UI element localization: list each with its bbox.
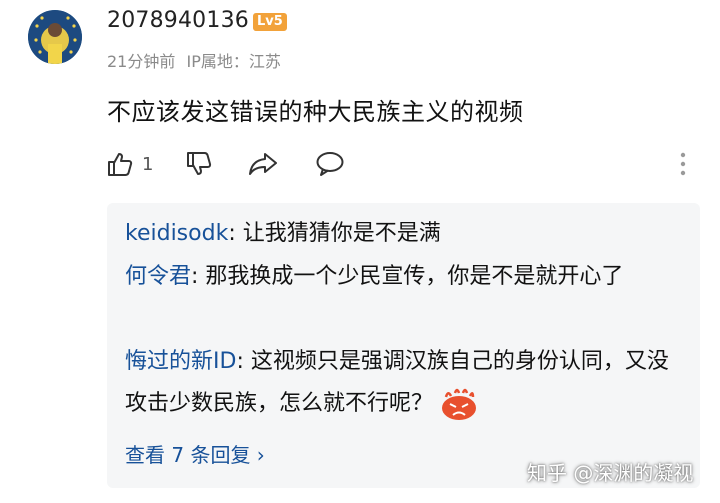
reply-author[interactable]: keidisodk [125,221,228,246]
thumbs-down-icon [187,152,212,175]
avatar[interactable] [28,10,82,64]
watermark: 知乎 @深渊的凝视 [527,461,694,485]
more-options-icon[interactable] [677,151,689,177]
share-icon [249,153,278,175]
view-replies-link[interactable]: 查看 7 条回复 › [125,439,265,468]
angry-face-emoji-icon [442,388,477,420]
reply-button[interactable] [315,150,345,178]
level-badge: Lv5 [253,13,287,31]
ip-location: IP属地：江苏 [186,52,281,71]
reply-item: keidisodk: 让我猜猜你是不是满 [125,213,686,255]
reply-item: 悔过的新ID: 这视频只是强调汉族自己的身份认同，又没攻击少数民族，怎么就不行呢… [125,341,686,425]
comment-time: 21分钟前 [107,52,176,71]
reply-author[interactable]: 悔过的新ID [125,349,236,374]
reply-text: : 那我换成一个少民宣传，你是不是就开心了 [191,264,624,289]
comment-bubble-icon [316,152,344,176]
thumbs-up-icon [108,153,133,176]
dislike-button[interactable] [185,150,213,178]
share-button[interactable] [247,150,279,178]
comment-meta: 21分钟前 IP属地：江苏 [107,48,287,72]
like-button[interactable]: 1 [106,150,153,178]
like-count: 1 [142,153,154,175]
comment-text: 不应该发这错误的种大民族主义的视频 [107,98,524,126]
comment-actions: 1 [106,148,345,180]
reply-author[interactable]: 何令君 [125,264,191,289]
replies-box: keidisodk: 让我猜猜你是不是满 何令君: 那我换成一个少民宣传，你是不… [107,203,700,488]
username[interactable]: 2078940136 [107,8,249,33]
reply-text: : 让我猜猜你是不是满 [228,221,441,246]
reply-item: 何令君: 那我换成一个少民宣传，你是不是就开心了 [125,256,686,298]
